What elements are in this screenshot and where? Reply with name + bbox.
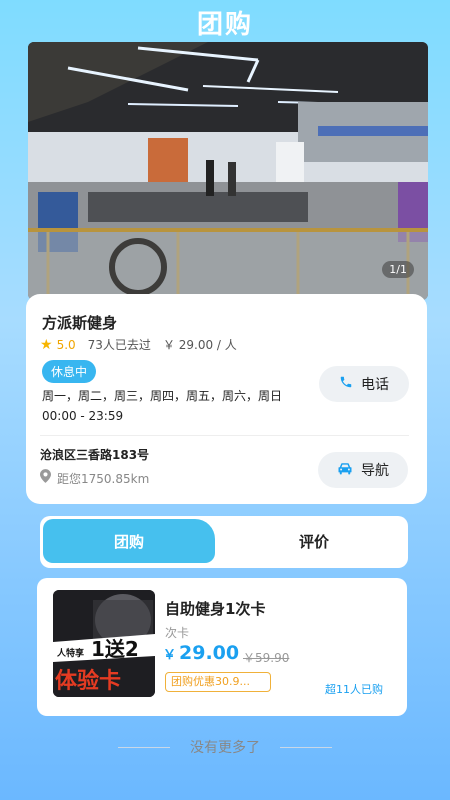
deal-price: ￥ 29.00 [163, 642, 239, 664]
tab-group-buy[interactable]: 团购 [43, 519, 215, 563]
deal-title: 自助健身1次卡 [165, 600, 266, 618]
thumb-small-text: 人特享 [56, 647, 84, 659]
deal-original-price: ￥59.90 [243, 651, 290, 665]
divider [40, 435, 409, 436]
distance-row: 距您1750.85km [40, 469, 149, 487]
currency-symbol: ￥ [163, 648, 177, 663]
shop-info-card: 方派斯健身 ★ 5.0 73人已去过 ￥ 29.00 / 人 休息中 周一，周二… [26, 294, 427, 504]
deal-card[interactable]: 人特享 1送2 体验卡 自助健身1次卡 次卡 ￥ 29.00 ￥59.90 团购优… [37, 578, 407, 716]
open-days: 周一，周二，周三，周四，周五，周六，周日 [42, 389, 283, 403]
car-icon [337, 462, 353, 479]
page-title: 团购 [196, 10, 253, 40]
deal-thumbnail-image: 人特享 1送2 体验卡 [53, 590, 155, 697]
status-badge: 休息中 [42, 360, 97, 383]
navigate-label: 导航 [361, 463, 389, 479]
location-pin-icon [40, 469, 51, 487]
divider-right [280, 747, 332, 748]
deal-type: 次卡 [165, 626, 190, 640]
navigate-button[interactable]: 导航 [318, 452, 408, 488]
no-more-text: 没有更多了 [190, 740, 260, 756]
thumb-sub-text: 体验卡 [55, 668, 121, 694]
shop-name: 方派斯健身 [42, 314, 118, 332]
distance: 距您1750.85km [57, 471, 150, 486]
tabs-bar: 团购 评价 [40, 516, 408, 568]
call-button[interactable]: 电话 [319, 366, 409, 402]
photo-counter: 1/1 [382, 261, 414, 278]
deal-sold-count: 超11人已购 [325, 683, 383, 696]
rating-value: 5.0 [56, 337, 76, 352]
price-per-person: ￥ 29.00 / 人 [162, 338, 237, 352]
deal-discount-badge: 团购优惠30.9... [165, 672, 271, 692]
call-label: 电话 [361, 377, 389, 393]
gym-photo-image [28, 42, 428, 300]
tab-reviews[interactable]: 评价 [224, 519, 404, 563]
rating-row: ★ 5.0 73人已去过 ￥ 29.00 / 人 [40, 336, 237, 353]
deal-price-value: 29.00 [179, 642, 240, 664]
open-hours: 00:00 - 23:59 [42, 409, 124, 423]
star-icon: ★ [40, 336, 53, 353]
phone-icon [339, 375, 353, 393]
visit-count: 73人已去过 [87, 338, 151, 352]
thumb-main-text: 1送2 [91, 637, 139, 661]
gym-photo[interactable]: 1/1 [28, 42, 428, 300]
deal-thumbnail: 人特享 1送2 体验卡 [53, 590, 155, 697]
address: 沧浪区三香路183号 [40, 448, 150, 462]
